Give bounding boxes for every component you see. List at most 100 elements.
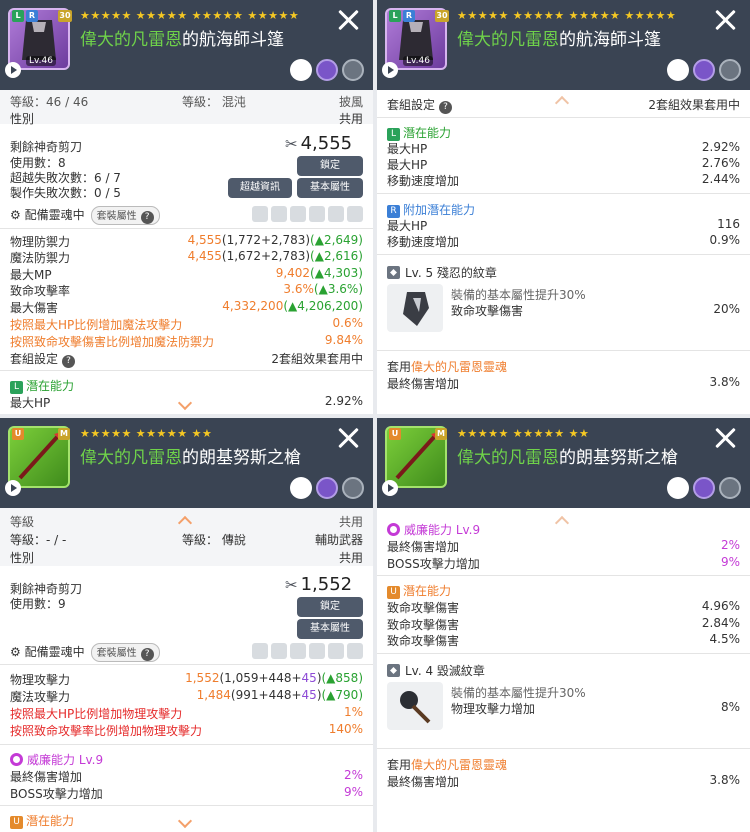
hand-pointer-icon[interactable] (667, 477, 689, 499)
base-stats-button[interactable]: 基本屬性 (297, 178, 363, 198)
potential-row: 致命攻擊傷害 4.5% (387, 632, 740, 648)
ability-row: BOSS攻擊力增加 9% (10, 785, 363, 801)
info-icon[interactable]: ? (140, 648, 154, 661)
emblem-image (387, 284, 443, 332)
scales-icon[interactable] (693, 59, 715, 81)
scissors-icon: ✂ (285, 135, 298, 153)
chevron-up-icon[interactable] (554, 515, 570, 531)
potential-badge-u: U (12, 428, 24, 440)
potential-row: 致命攻擊傷害 2.84% (387, 616, 740, 632)
ability-icon (10, 753, 23, 766)
stat-row: 物理防禦力 4,555(1,772+2,783)(▲2,649) (10, 233, 363, 249)
set-row: 套組設定? 2套組效果套用中 (387, 98, 740, 114)
gear-compare-icon[interactable] (342, 477, 364, 499)
potential-badge-r: R (26, 10, 38, 22)
potential-heading: L 潛在能力 (10, 377, 74, 394)
potential-row: 最大HP 2.76% (387, 156, 740, 172)
item-title: 偉大的凡雷恩的朗基努斯之槍 (80, 448, 301, 468)
special-stat-row: 按照致命攻擊傷害比例增加魔法防禦力 9.84% (10, 333, 363, 349)
item-level-tag: Lv.46 (403, 56, 433, 66)
gender-row: 性別 共用 (10, 112, 363, 126)
close-icon[interactable] (333, 5, 363, 35)
special-stat-row: 按照最大HP比例增加魔法攻擊力 0.6% (10, 316, 363, 332)
soul-icon: ⚙ (10, 645, 21, 659)
hand-pointer-icon[interactable] (290, 59, 312, 81)
item-header: L R 30 Lv.46 ★★★★★ ★★★★★ ★★★★★ ★★★★★ 偉大的… (0, 0, 373, 90)
potential-row: 最大HP 2.92% (387, 140, 740, 156)
chevron-down-icon[interactable] (177, 813, 193, 829)
ability-row: BOSS攻擊力增加 9% (387, 555, 740, 571)
stat-row: 魔法防禦力 4,455(1,672+2,783)(▲2,616) (10, 249, 363, 265)
stat-row: 物理攻擊力 1,552(1,059+448+45)(▲858) (10, 671, 363, 687)
gender-row: 性別 共用 (10, 551, 363, 565)
close-icon[interactable] (710, 5, 740, 35)
item-title: 偉大的凡雷恩的航海師斗篷 (80, 25, 284, 50)
transcend-info-button[interactable]: 超越資訊 (228, 178, 292, 198)
ability-heading: 威廉能力 Lv.9 (10, 751, 103, 768)
info-icon[interactable]: ? (62, 355, 76, 368)
shard-value: ✂ 1,552 (285, 574, 353, 595)
gear-compare-icon[interactable] (342, 59, 364, 81)
lock-button[interactable]: 鎖定 (297, 597, 363, 617)
item-level-tag: Lv.46 (26, 56, 56, 66)
close-icon[interactable] (333, 423, 363, 453)
soul-stat: 最終傷害增加 3.8% (387, 773, 740, 789)
scales-icon[interactable] (693, 477, 715, 499)
play-icon[interactable] (382, 480, 398, 496)
scales-icon[interactable] (316, 477, 338, 499)
tooltip-panel-cape-detail: L R 30 Lv.46 ★★★★★ ★★★★★ ★★★★★ ★★★★★ 偉大的… (377, 0, 750, 414)
lock-button[interactable]: 鎖定 (297, 156, 363, 176)
gear-compare-icon[interactable] (719, 59, 741, 81)
additional-row: 移動速度增加 0.9% (387, 233, 740, 249)
hand-pointer-icon[interactable] (290, 477, 312, 499)
starforce-stars: ★★★★★ ★★★★★ ★★★★★ ★★★★★ (457, 9, 677, 22)
potential-badge-r: R (403, 10, 415, 22)
base-stats-button[interactable]: 基本屬性 (297, 619, 363, 639)
special-stat-row: 按照最大HP比例增加物理攻擊力 1% (10, 705, 363, 721)
additional-potential-heading: R 附加潛在能力 (387, 201, 475, 218)
close-icon[interactable] (710, 423, 740, 453)
set-row: 套組設定? 2套組效果套用中 (10, 352, 363, 368)
soul-bar: ⚙ 配備靈魂中 套裝屬性? (10, 643, 363, 663)
emblem-icon (387, 664, 400, 677)
soul-applied: 套用偉大的凡雷恩靈魂 (387, 360, 508, 374)
starforce-stars: ★★★★★ ★★★★★ ★★★★★ ★★★★★ (80, 9, 300, 22)
potential-row: 移動速度增加 2.44% (387, 172, 740, 188)
set-attr-pill[interactable]: 套裝屬性? (90, 643, 160, 662)
title-suffix: 的航海師斗篷 (182, 30, 284, 50)
gear-compare-icon[interactable] (719, 477, 741, 499)
item-header: U M ★★★★★ ★★★★★ ★★ 偉大的凡雷恩的朗基努斯之槍 (0, 418, 373, 508)
play-icon[interactable] (5, 62, 21, 78)
master-badge: M (435, 428, 447, 440)
shard-value: ✂ 4,555 (285, 133, 353, 154)
potential-badge-l: L (12, 10, 24, 22)
level-row: 等級：46 / 46 等級： 混沌 披風 (10, 95, 363, 109)
item-header: U M ★★★★★ ★★★★★ ★★ 偉大的凡雷恩的朗基努斯之槍 (377, 418, 750, 508)
hand-pointer-icon[interactable] (667, 59, 689, 81)
star-count-badge: 30 (435, 10, 449, 22)
scales-icon[interactable] (316, 59, 338, 81)
master-badge: M (58, 428, 70, 440)
emblem-icon (387, 266, 400, 279)
info-icon[interactable]: ? (140, 211, 154, 224)
potential-badge-l: L (389, 10, 401, 22)
ability-heading: 威廉能力 Lv.9 (387, 521, 480, 538)
soul-icon: ⚙ (10, 208, 21, 222)
stat-row: 魔法攻擊力 1,484(991+448+45)(▲790) (10, 688, 363, 704)
info-icon[interactable]: ? (439, 101, 453, 114)
scissors-icon: ✂ (285, 576, 298, 594)
potential-badge-u: U (389, 428, 401, 440)
potential-heading: U 潛在能力 (387, 582, 451, 599)
play-icon[interactable] (5, 480, 21, 496)
emblem-title: Lv. 4 毀滅紋章 (387, 662, 740, 679)
tooltip-panel-cape-main: L R 30 Lv.46 ★★★★★ ★★★★★ ★★★★★ ★★★★★ 偉大的… (0, 0, 373, 414)
emblem-desc: 裝備的基本屬性提升30% (451, 686, 586, 700)
play-icon[interactable] (382, 62, 398, 78)
set-attr-pill[interactable]: 套裝屬性? (90, 206, 160, 225)
emblem-image (387, 682, 443, 730)
tooltip-panel-spear-main: U M ★★★★★ ★★★★★ ★★ 偉大的凡雷恩的朗基努斯之槍 等級 共用 等級… (0, 418, 373, 832)
ability-row: 最終傷害增加 2% (387, 538, 740, 554)
soul-slots (249, 643, 363, 662)
special-stat-row: 按照致命攻擊率比例增加物理攻擊力 140% (10, 722, 363, 738)
soul-stat: 最終傷害增加 3.8% (387, 375, 740, 391)
